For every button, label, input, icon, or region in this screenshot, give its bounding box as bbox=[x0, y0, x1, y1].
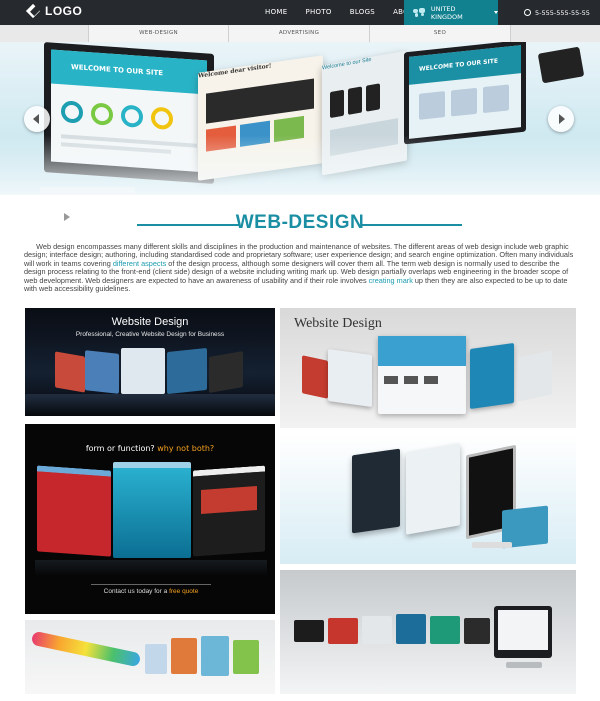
intro-paragraph: Web design encompasses many different sk… bbox=[24, 242, 576, 293]
tile-1-subtitle: Professional, Creative Website Design fo… bbox=[75, 331, 225, 338]
nav-item-photo[interactable]: PHOTO bbox=[296, 0, 340, 25]
nav-item-blogs[interactable]: BLOGS bbox=[341, 0, 384, 25]
logo[interactable]: LOGO bbox=[26, 4, 82, 18]
tile-3-browser-center bbox=[113, 462, 191, 558]
subnav-item-web-design[interactable]: WEB-DESIGN bbox=[88, 25, 229, 42]
hero-monitor-right: WELCOME TO OUR SITE bbox=[404, 42, 526, 145]
language-selector[interactable]: UNITED KINGDOM bbox=[404, 0, 498, 25]
arrow-left-icon bbox=[33, 114, 39, 124]
language-label: UNITED KINGDOM bbox=[430, 4, 463, 21]
hero-floor bbox=[0, 135, 600, 195]
slider-prev-button[interactable] bbox=[24, 106, 50, 132]
logo-icon bbox=[26, 4, 40, 18]
tile-3-cta[interactable]: Contact us today for a free quote bbox=[91, 584, 211, 598]
subnav-item-advertising[interactable]: ADVERTISING bbox=[229, 25, 370, 42]
gallery-tile-floating-monitors[interactable] bbox=[280, 434, 576, 564]
page-title: WEB-DESIGN bbox=[235, 212, 365, 233]
sub-navigation: WEB-DESIGN ADVERTISING SEO bbox=[0, 25, 600, 42]
slider-next-button[interactable] bbox=[548, 106, 574, 132]
tile-3-question-text: form or function? bbox=[85, 444, 155, 453]
hero-screen-3-heading: Welcome to our Site bbox=[322, 56, 372, 72]
tile-3-browser-right bbox=[193, 465, 265, 557]
tile-3-quote-link[interactable]: free quote bbox=[169, 588, 198, 595]
gallery-tile-monitor-carousel[interactable] bbox=[280, 570, 576, 694]
nav-item-home[interactable]: HOME bbox=[256, 0, 296, 25]
phone-contact[interactable]: 5-555-555-55-55 bbox=[524, 0, 590, 25]
gallery-tile-color-swirl[interactable] bbox=[25, 620, 275, 694]
hero-ipad bbox=[537, 46, 585, 84]
world-map-icon bbox=[413, 8, 426, 17]
tile-3-contact-text: Contact us today for a bbox=[103, 588, 168, 595]
phone-number: 5-555-555-55-55 bbox=[535, 8, 590, 17]
gallery-tile-website-design-light[interactable]: Website Design bbox=[280, 308, 576, 428]
top-navigation-bar: LOGO HOME PHOTO BLOGS ABOUT US UNITED KI… bbox=[0, 0, 600, 25]
tile-2-title: Website Design bbox=[294, 316, 382, 331]
tile-3-answer-text: why not both? bbox=[157, 444, 215, 453]
subnav-item-seo[interactable]: SEO bbox=[370, 25, 511, 42]
hero-screen-2-heading: Welcome dear visitor! bbox=[198, 62, 272, 80]
gallery-tile-form-or-function[interactable]: form or function? why not both? Contact … bbox=[25, 424, 275, 614]
phone-icon bbox=[524, 9, 531, 16]
hero-slider: WELCOME TO OUR SITE Welcome dear visitor… bbox=[0, 42, 600, 195]
chevron-down-icon bbox=[494, 11, 498, 14]
tile-1-title: Website Design bbox=[111, 316, 189, 328]
gallery-tile-website-design-dark[interactable]: Website Design Professional, Creative We… bbox=[25, 308, 275, 416]
creating-mark-link[interactable]: creating mark bbox=[369, 276, 413, 285]
tile-3-browser-left bbox=[37, 465, 111, 557]
logo-text: LOGO bbox=[45, 4, 83, 18]
tile-3-question: form or function? why not both? bbox=[25, 444, 275, 453]
arrow-right-icon bbox=[559, 114, 565, 124]
